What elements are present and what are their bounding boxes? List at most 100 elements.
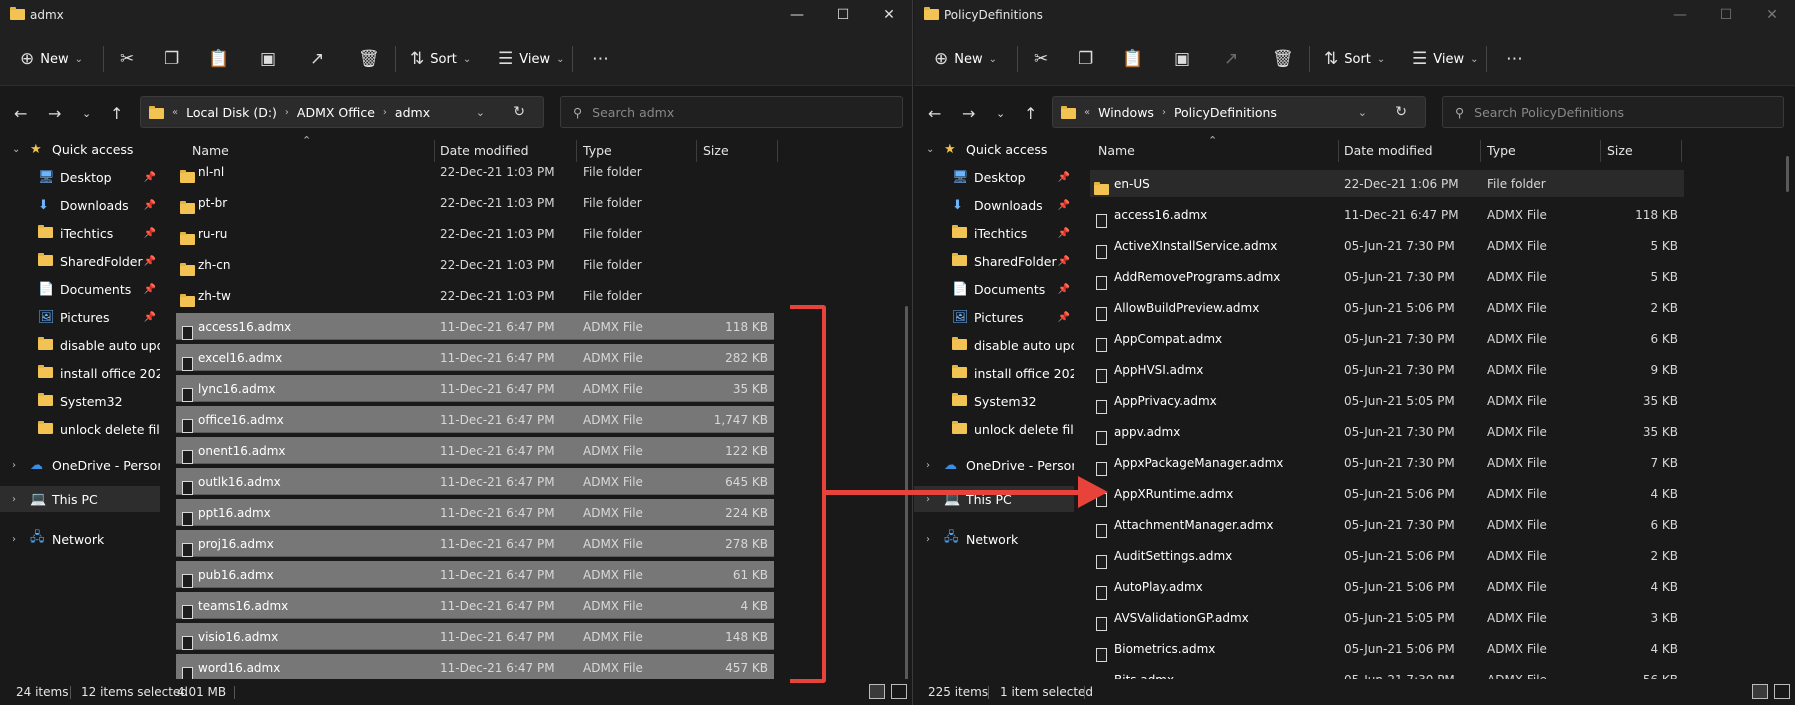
forward-arrow-icon[interactable]: → [962, 104, 975, 123]
close-button[interactable]: ✕ [866, 0, 912, 30]
title-bar[interactable]: admx — ☐ ✕ [0, 0, 912, 30]
sidebar-item[interactable]: 🖥 Desktop 📌 [0, 164, 160, 190]
file-row[interactable]: en-US 22-Dec-21 1:06 PM File folder [1090, 170, 1684, 197]
copy-button[interactable]: ❐ [164, 44, 179, 74]
sidebar-item[interactable]: unlock delete fil [914, 416, 1074, 442]
back-arrow-icon[interactable]: ← [14, 104, 27, 123]
file-row[interactable]: ru-ru 22-Dec-21 1:03 PM File folder [176, 220, 774, 247]
sidebar-item-network[interactable]: › 🖧 Network [914, 526, 1074, 552]
sort-button[interactable]: ⇅ Sort ⌄ [410, 44, 471, 74]
refresh-icon[interactable]: ↻ [1395, 104, 1407, 120]
minimize-button[interactable]: — [774, 0, 820, 30]
file-row[interactable]: AppXRuntime.admx 05-Jun-21 5:06 PM ADMX … [1090, 480, 1684, 507]
more-options-button[interactable]: ⋯ [592, 44, 609, 74]
details-view-button[interactable] [1752, 684, 1768, 699]
column-header-type[interactable]: Type [1487, 136, 1516, 164]
file-row[interactable]: AppCompat.admx 05-Jun-21 7:30 PM ADMX Fi… [1090, 325, 1684, 352]
file-row[interactable]: AppPrivacy.admx 05-Jun-21 5:05 PM ADMX F… [1090, 387, 1684, 414]
refresh-icon[interactable]: ↻ [513, 104, 525, 120]
search-input[interactable]: ⚲ Search admx [560, 96, 903, 128]
file-row[interactable]: zh-tw 22-Dec-21 1:03 PM File folder [176, 282, 774, 309]
file-row[interactable]: Biometrics.admx 05-Jun-21 5:06 PM ADMX F… [1090, 635, 1684, 662]
scrollbar[interactable] [1786, 156, 1789, 192]
recent-chevron-icon[interactable]: ⌄ [82, 107, 91, 120]
maximize-button[interactable]: ☐ [820, 0, 866, 30]
sidebar-item[interactable]: ⬇ Downloads 📌 [0, 192, 160, 218]
file-row[interactable]: ppt16.admx 11-Dec-21 6:47 PM ADMX File 2… [176, 499, 774, 526]
breadcrumb-item[interactable]: Local Disk (D:) [186, 105, 277, 120]
column-header-size[interactable]: Size [1607, 136, 1633, 164]
tiles-view-button[interactable] [1774, 684, 1790, 699]
sidebar-item[interactable]: install office 2021 [914, 360, 1074, 386]
sidebar-item[interactable]: iTechtics 📌 [0, 220, 160, 246]
view-button[interactable]: ☰ View ⌄ [1412, 44, 1479, 74]
file-row[interactable]: outlk16.admx 11-Dec-21 6:47 PM ADMX File… [176, 468, 774, 495]
forward-arrow-icon[interactable]: → [48, 104, 61, 123]
back-arrow-icon[interactable]: ← [928, 104, 941, 123]
sidebar-item-this-pc[interactable]: › 💻 This PC [0, 486, 160, 512]
sidebar-item[interactable]: disable auto upda [914, 332, 1074, 358]
recent-chevron-icon[interactable]: ⌄ [996, 107, 1005, 120]
file-row[interactable]: AutoPlay.admx 05-Jun-21 5:06 PM ADMX Fil… [1090, 573, 1684, 600]
sidebar-item[interactable]: 🖼 Pictures 📌 [914, 304, 1074, 330]
file-row[interactable]: proj16.admx 11-Dec-21 6:47 PM ADMX File … [176, 530, 774, 557]
new-button[interactable]: ⊕ New ⌄ [934, 44, 997, 74]
maximize-button[interactable]: ☐ [1703, 0, 1749, 30]
share-button[interactable]: ↗ [1224, 44, 1238, 74]
rename-button[interactable]: ▣ [260, 44, 276, 74]
view-button[interactable]: ☰ View ⌄ [498, 44, 565, 74]
file-row[interactable]: ActiveXInstallService.admx 05-Jun-21 7:3… [1090, 232, 1684, 259]
delete-button[interactable]: 🗑 [358, 44, 380, 74]
chevron-down-icon[interactable]: ⌄ [1358, 106, 1367, 119]
file-row[interactable]: AppHVSI.admx 05-Jun-21 7:30 PM ADMX File… [1090, 356, 1684, 383]
file-row[interactable]: lync16.admx 11-Dec-21 6:47 PM ADMX File … [176, 375, 774, 402]
breadcrumb-item[interactable]: PolicyDefinitions [1174, 105, 1277, 120]
sidebar-item[interactable]: 📄 Documents 📌 [0, 276, 160, 302]
title-bar[interactable]: PolicyDefinitions — ☐ ✕ [914, 0, 1795, 30]
sidebar-item[interactable]: SharedFolder 📌 [0, 248, 160, 274]
file-row[interactable]: AuditSettings.admx 05-Jun-21 5:06 PM ADM… [1090, 542, 1684, 569]
breadcrumb-item[interactable]: Windows [1098, 105, 1154, 120]
file-row[interactable]: Bits.admx 05-Jun-21 7:30 PM ADMX File 56… [1090, 666, 1684, 679]
close-button[interactable]: ✕ [1749, 0, 1795, 30]
tiles-view-button[interactable] [891, 684, 907, 699]
sidebar-item[interactable]: System32 [0, 388, 160, 414]
more-options-button[interactable]: ⋯ [1506, 44, 1523, 74]
quick-access[interactable]: ⌄ ★ Quick access [914, 136, 1074, 162]
sidebar-item-network[interactable]: › 🖧 Network [0, 526, 160, 552]
column-header-name[interactable]: Name [1098, 136, 1135, 164]
search-input[interactable]: ⚲ Search PolicyDefinitions [1442, 96, 1784, 128]
breadcrumb-item[interactable]: ADMX Office [297, 105, 375, 120]
file-row[interactable]: zh-cn 22-Dec-21 1:03 PM File folder [176, 251, 774, 278]
sidebar-item[interactable]: ⬇ Downloads 📌 [914, 192, 1074, 218]
quick-access[interactable]: ⌄ ★ Quick access [0, 136, 160, 162]
file-row[interactable]: teams16.admx 11-Dec-21 6:47 PM ADMX File… [176, 592, 774, 619]
file-row[interactable]: access16.admx 11-Dec-21 6:47 PM ADMX Fil… [1090, 201, 1684, 228]
details-view-button[interactable] [869, 684, 885, 699]
breadcrumb-item[interactable]: admx [395, 105, 430, 120]
cut-button[interactable]: ✂ [1034, 44, 1048, 74]
sidebar-item-onedrive[interactable]: › ☁ OneDrive - Personal [914, 452, 1074, 478]
file-row[interactable]: word16.admx 11-Dec-21 6:47 PM ADMX File … [176, 654, 774, 679]
sidebar-item[interactable]: unlock delete files [0, 416, 160, 442]
sidebar-item[interactable]: 🖼 Pictures 📌 [0, 304, 160, 330]
delete-button[interactable]: 🗑 [1272, 44, 1294, 74]
cut-button[interactable]: ✂ [120, 44, 134, 74]
file-row[interactable]: onent16.admx 11-Dec-21 6:47 PM ADMX File… [176, 437, 774, 464]
new-button[interactable]: ⊕ New ⌄ [20, 44, 83, 74]
address-bar[interactable]: « Windows › PolicyDefinitions ⌄ ↻ [1052, 96, 1426, 128]
file-row[interactable]: AllowBuildPreview.admx 05-Jun-21 5:06 PM… [1090, 294, 1684, 321]
sort-button[interactable]: ⇅ Sort ⌄ [1324, 44, 1385, 74]
chevron-down-icon[interactable]: ⌄ [476, 106, 485, 119]
file-row[interactable]: pt-br 22-Dec-21 1:03 PM File folder [176, 189, 774, 216]
address-bar[interactable]: « Local Disk (D:) › ADMX Office › admx ⌄… [140, 96, 544, 128]
file-row[interactable]: access16.admx 11-Dec-21 6:47 PM ADMX Fil… [176, 313, 774, 340]
column-header-date[interactable]: Date modified [1344, 136, 1433, 164]
share-button[interactable]: ↗ [310, 44, 324, 74]
sidebar-item[interactable]: System32 [914, 388, 1074, 414]
paste-button[interactable]: 📋 [208, 44, 229, 74]
file-row[interactable]: excel16.admx 11-Dec-21 6:47 PM ADMX File… [176, 344, 774, 371]
sidebar-item[interactable]: iTechtics 📌 [914, 220, 1074, 246]
file-row[interactable]: nl-nl 22-Dec-21 1:03 PM File folder [176, 158, 774, 185]
minimize-button[interactable]: — [1657, 0, 1703, 30]
